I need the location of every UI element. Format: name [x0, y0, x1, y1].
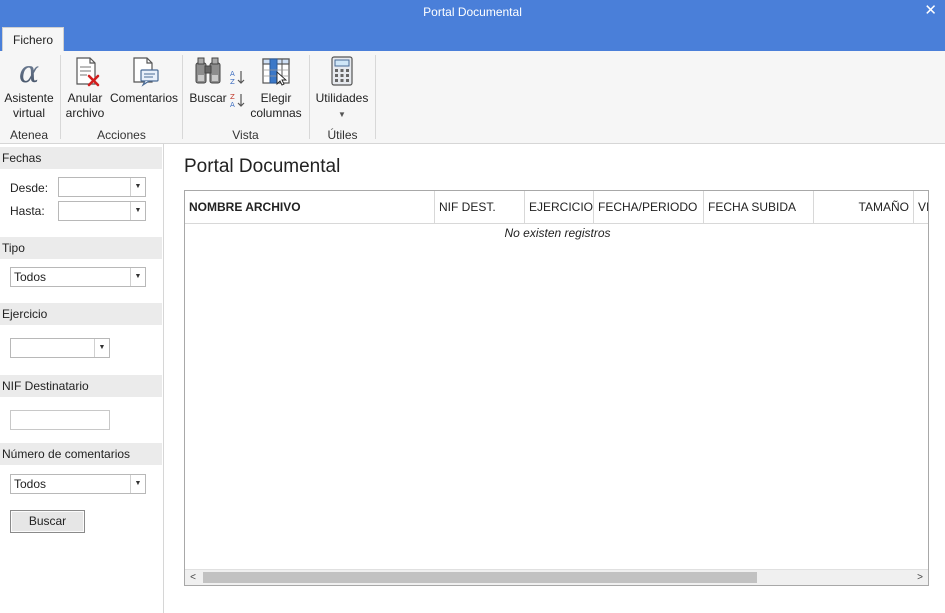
sort-ascending-icon[interactable]: A Z	[230, 69, 246, 85]
comments-icon	[133, 57, 159, 87]
elegir-columnas-label: Elegir columnas	[250, 91, 302, 120]
buscar-button[interactable]: Buscar	[10, 510, 85, 533]
chevron-down-icon[interactable]: ▼	[130, 268, 145, 286]
comentarios-label: Comentarios	[109, 91, 179, 105]
column-fecha-subida[interactable]: FECHA SUBIDA	[704, 191, 814, 223]
group-label-utiles: Útiles	[327, 128, 358, 142]
column-tamano[interactable]: TAMAÑO	[814, 191, 914, 223]
comentarios-value: Todos	[14, 477, 47, 491]
scrollbar-thumb[interactable]	[203, 572, 757, 583]
group-label-acciones: Acciones	[97, 128, 146, 142]
comentarios-select[interactable]: Todos ▼	[10, 474, 146, 494]
chevron-down-icon[interactable]: ▼	[94, 339, 109, 357]
hasta-label: Hasta:	[10, 204, 45, 218]
page-title: Portal Documental	[184, 156, 341, 177]
ejercicio-select[interactable]: ▼	[10, 338, 110, 358]
nif-destinatario-input[interactable]	[10, 410, 110, 430]
horizontal-scrollbar[interactable]: < >	[185, 569, 928, 585]
column-nif-dest[interactable]: NIF DEST.	[435, 191, 525, 223]
elegir-columnas-button[interactable]: Elegir columnas	[249, 55, 303, 121]
ribbon-group-utiles: Utilidades ▼ Útiles	[310, 51, 375, 144]
empty-message: No existen registros	[504, 226, 611, 240]
buscar-ribbon-label: Buscar	[189, 91, 227, 105]
desde-label: Desde:	[10, 181, 49, 195]
chevron-down-icon: ▼	[338, 110, 346, 119]
scroll-right-icon[interactable]: >	[912, 570, 928, 585]
column-nombre-archivo[interactable]: NOMBRE ARCHIVO	[185, 191, 435, 223]
ribbon: α Asistente virtual Atenea Anular archiv…	[0, 51, 945, 144]
asistente-virtual-label: Asistente virtual	[4, 91, 54, 120]
svg-text:A: A	[230, 70, 235, 78]
binoculars-icon	[195, 57, 221, 84]
close-icon[interactable]: ✕	[924, 1, 937, 19]
chevron-down-icon[interactable]: ▼	[130, 475, 145, 493]
section-tipo: Tipo	[0, 237, 162, 259]
anular-archivo-button[interactable]: Anular archivo	[65, 55, 105, 121]
ribbon-separator	[375, 55, 376, 139]
svg-text:Z: Z	[230, 93, 235, 101]
comentarios-button[interactable]: Comentarios	[109, 55, 179, 106]
ribbon-group-acciones: Anular archivo Comentarios Acciones	[61, 51, 182, 144]
sort-descending-icon[interactable]: Z A	[230, 92, 246, 108]
column-ejercicio[interactable]: EJERCICIO	[525, 191, 594, 223]
group-label-vista: Vista	[232, 128, 259, 142]
ribbon-group-atenea: α Asistente virtual Atenea	[0, 51, 58, 144]
ribbon-tab-bar: Fichero	[0, 25, 945, 51]
tipo-value: Todos	[14, 270, 47, 284]
filter-panel: Fechas Desde: ▼ Hasta: ▼ Tipo Todos ▼ Ej…	[0, 144, 164, 613]
column-vi[interactable]: VI	[914, 191, 928, 223]
alpha-icon: α	[19, 55, 39, 87]
column-fecha-periodo[interactable]: FECHA/PERIODO	[594, 191, 704, 223]
columns-icon	[262, 58, 290, 86]
section-numero-comentarios: Número de comentarios	[0, 443, 162, 465]
svg-text:α: α	[19, 55, 39, 87]
documents-table: NOMBRE ARCHIVO NIF DEST. EJERCICIO FECHA…	[184, 190, 929, 586]
tipo-select[interactable]: Todos ▼	[10, 267, 146, 287]
cancel-document-icon	[76, 57, 100, 87]
asistente-virtual-button[interactable]: α Asistente virtual	[2, 55, 56, 121]
hasta-date-picker[interactable]: ▼	[58, 201, 146, 221]
buscar-ribbon-button[interactable]: Buscar	[187, 55, 229, 106]
section-ejercicio: Ejercicio	[0, 303, 162, 325]
table-header: NOMBRE ARCHIVO NIF DEST. EJERCICIO FECHA…	[185, 191, 928, 224]
title-bar: Portal Documental ✕	[0, 0, 945, 25]
svg-text:Z: Z	[230, 78, 235, 85]
window-title: Portal Documental	[423, 5, 522, 19]
section-nif-destinatario: NIF Destinatario	[0, 375, 162, 397]
desde-date-picker[interactable]: ▼	[58, 177, 146, 197]
scroll-left-icon[interactable]: <	[185, 570, 201, 585]
calculator-icon	[331, 56, 353, 86]
section-fechas: Fechas	[0, 147, 162, 169]
group-label-atenea: Atenea	[9, 128, 49, 142]
utilidades-button[interactable]: Utilidades ▼	[314, 55, 370, 122]
chevron-down-icon[interactable]: ▼	[130, 178, 145, 196]
ribbon-group-vista: Buscar A Z Z A Elegir columnas Vista	[183, 51, 308, 144]
utilidades-label: Utilidades	[315, 91, 369, 105]
tab-fichero[interactable]: Fichero	[2, 27, 64, 51]
anular-archivo-label: Anular archivo	[65, 91, 105, 120]
svg-text:A: A	[230, 101, 235, 108]
chevron-down-icon[interactable]: ▼	[130, 202, 145, 220]
